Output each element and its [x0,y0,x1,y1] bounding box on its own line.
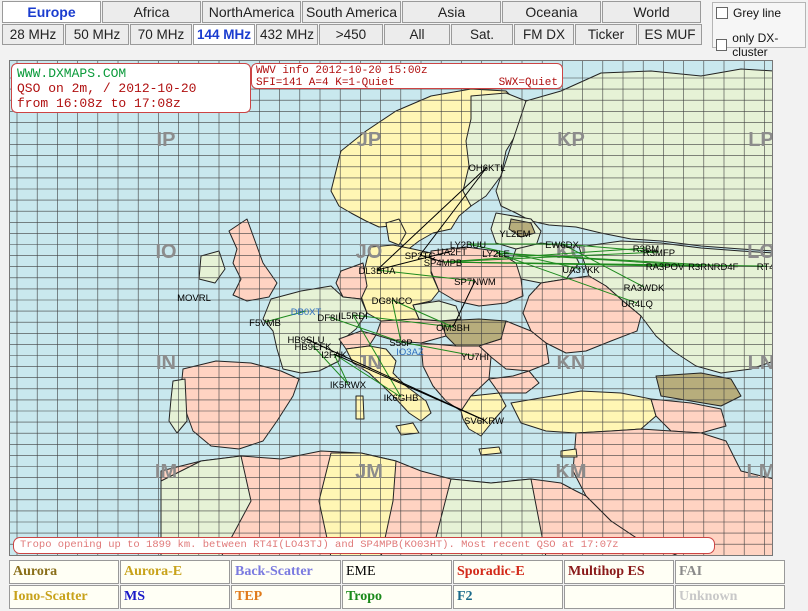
locator-label: JM [355,461,383,483]
site-name: WWW.DXMAPS.COM [17,66,127,81]
station-movrl[interactable]: MOVRL [177,293,211,304]
band-tab-es-muf[interactable]: ES MUF [638,24,702,45]
wwv-indices: SFI=141 A=4 K=1-Quiet [256,77,395,89]
cyprus [560,448,578,458]
band-tab-50-mhz[interactable]: 50 MHz [65,24,129,45]
locator-label: IM [155,461,177,483]
station-ur4lq[interactable]: UR4LQ [621,299,653,310]
wwv-swx: SWX=Quiet [498,77,558,89]
legend-unknown[interactable]: Unknown [675,585,785,609]
dx-cluster-checkbox[interactable]: only DX-cluster [716,31,808,59]
band-tab-ticker[interactable]: Ticker [575,24,637,45]
station-dl3bua[interactable]: DL3BUA [359,266,397,277]
legend-empty[interactable] [564,585,674,609]
station-dg8nco[interactable]: DG8NCO [372,296,413,307]
legend-multihop-es[interactable]: Multihop ES [564,560,674,584]
band-tab-144-mhz[interactable]: 144 MHz [193,24,255,45]
dxmaps-window: Europe Africa NorthAmerica South America Asi… [0,0,808,611]
legend-eme[interactable]: EME [342,560,452,584]
tab-northamerica[interactable]: NorthAmerica [202,1,301,23]
station-f5vmb[interactable]: F5VMB [249,318,281,329]
locator-label: JO [356,241,383,263]
wwv-info-box: WWV info 2012-10-20 15:00z SFI=141 A=4 K… [251,63,563,89]
band-tab-70-mhz[interactable]: 70 MHz [130,24,192,45]
legend-aurora[interactable]: Aurora [9,560,119,584]
station-ua2ft[interactable]: UA2FT [437,247,467,258]
grey-line-label: Grey line [733,6,782,20]
legend-ms[interactable]: MS [120,585,230,609]
checkbox-icon[interactable] [716,39,728,51]
map-canvas[interactable]: IP JP KP LPIO JO KO LOIN JN KN LNIM JM KM LM OH6KTLY… [10,61,773,556]
legend-aurora-e[interactable]: Aurora-E [120,560,230,584]
station-rt4i[interactable]: RT4I [757,262,773,273]
legend-back-scatter[interactable]: Back-Scatter [231,560,341,584]
tab-oceania[interactable]: Oceania [502,1,601,23]
locator-label: KP [557,129,585,151]
legend-tep[interactable]: TEP [231,585,341,609]
band-tabs: 28 MHz 50 MHz 70 MHz 144 MHz 432 MHz >450 All S… [2,24,703,45]
station-r3mfp[interactable]: R3MFP [643,248,675,259]
station-ra3pov[interactable]: RA3POV [646,262,685,273]
station-ly2le[interactable]: LY2LE [482,249,510,260]
qso-band-date: QSO on 2m, / 2012-10-20 [17,81,197,96]
station-om3bh[interactable]: OM3BH [436,323,470,334]
station-i2fak[interactable]: I2FAK [321,350,348,361]
qso-info-box: WWW.DXMAPS.COM QSO on 2m, / 2012-10-20 f… [11,63,251,113]
station-yl2em[interactable]: YL2EM [499,229,530,240]
band-tab-432-mhz[interactable]: 432 MHz [256,24,318,45]
legend-sporadic-e[interactable]: Sporadic-E [453,560,563,584]
locator-label: JP [357,129,381,151]
crete [478,446,502,456]
tab-africa[interactable]: Africa [102,1,201,23]
checkbox-icon[interactable] [716,7,728,19]
tab-europe[interactable]: Europe [2,1,101,23]
band-tab-all[interactable]: All [384,24,450,45]
station-sp7nwm[interactable]: SP7NWM [454,277,496,288]
band-tab-450[interactable]: >450 [319,24,383,45]
band-tab-28-mhz[interactable]: 28 MHz [2,24,64,45]
station-rd4f[interactable]: RD4F [714,262,739,273]
locator-label: LO [747,241,773,263]
station-oh6ktl[interactable]: OH6KTL [469,163,506,174]
legend-fai[interactable]: FAI [675,560,785,584]
locator-label: KM [555,461,586,483]
station-ua3ykk[interactable]: UA3YKK [562,265,600,276]
propagation-legend: Aurora Aurora-E Back-Scatter EME Sporadic-E M… [9,560,785,609]
station-sp4mpb[interactable]: SP4MPB [424,258,463,269]
legend-f2[interactable]: F2 [453,585,563,609]
station-ik6ghb[interactable]: IK6GHB [384,393,419,404]
band-tab-sat[interactable]: Sat. [451,24,513,45]
locator-label: LN [748,352,773,374]
station-sv6krw[interactable]: SV6KRW [464,416,504,427]
status-note: Tropo opening up to 1899 km. between RT4… [13,537,715,554]
station-ik5rwx[interactable]: IK5RWX [330,380,367,391]
locator-label: LM [747,461,773,483]
station-ra3wdk[interactable]: RA3WDK [624,283,665,294]
wwv-title: WWV info 2012-10-20 15:00z [256,65,428,77]
grey-line-checkbox[interactable]: Grey line [716,6,781,20]
dx-cluster-label: only DX-cluster [732,31,779,59]
locator-label: IN [156,352,176,374]
station-df8ii[interactable]: DF8II [317,313,340,324]
locator-label: IO [155,241,176,263]
station-yu7hi[interactable]: YU7HI [461,352,489,363]
tab-world[interactable]: World [602,1,701,23]
station-r3rn[interactable]: R3RN [688,262,714,273]
tab-asia[interactable]: Asia [402,1,501,23]
sardinia [355,395,365,420]
locator-label: LP [748,129,773,151]
region-tabs: Europe Africa NorthAmerica South America Asi… [2,1,702,23]
propagation-map[interactable]: IP JP KP LP IO JO KO LO IN JN KN LN IM JM KM LM OH6KTL Y… [9,60,773,556]
locator-label: KN [557,352,586,374]
station-io3az[interactable]: IO3AZ [396,347,424,358]
band-tab-fm-dx[interactable]: FM DX [514,24,574,45]
station-il5rdi[interactable]: IL5RDI [338,311,368,322]
legend-tropo[interactable]: Tropo [342,585,452,609]
qso-time-range: from 16:08z to 17:08z [17,96,181,111]
station-ew6dx[interactable]: EW6DX [545,240,579,251]
tab-south-america[interactable]: South America [302,1,401,23]
locator-label: IP [157,129,176,151]
legend-iono-scatter[interactable]: Iono-Scatter [9,585,119,609]
